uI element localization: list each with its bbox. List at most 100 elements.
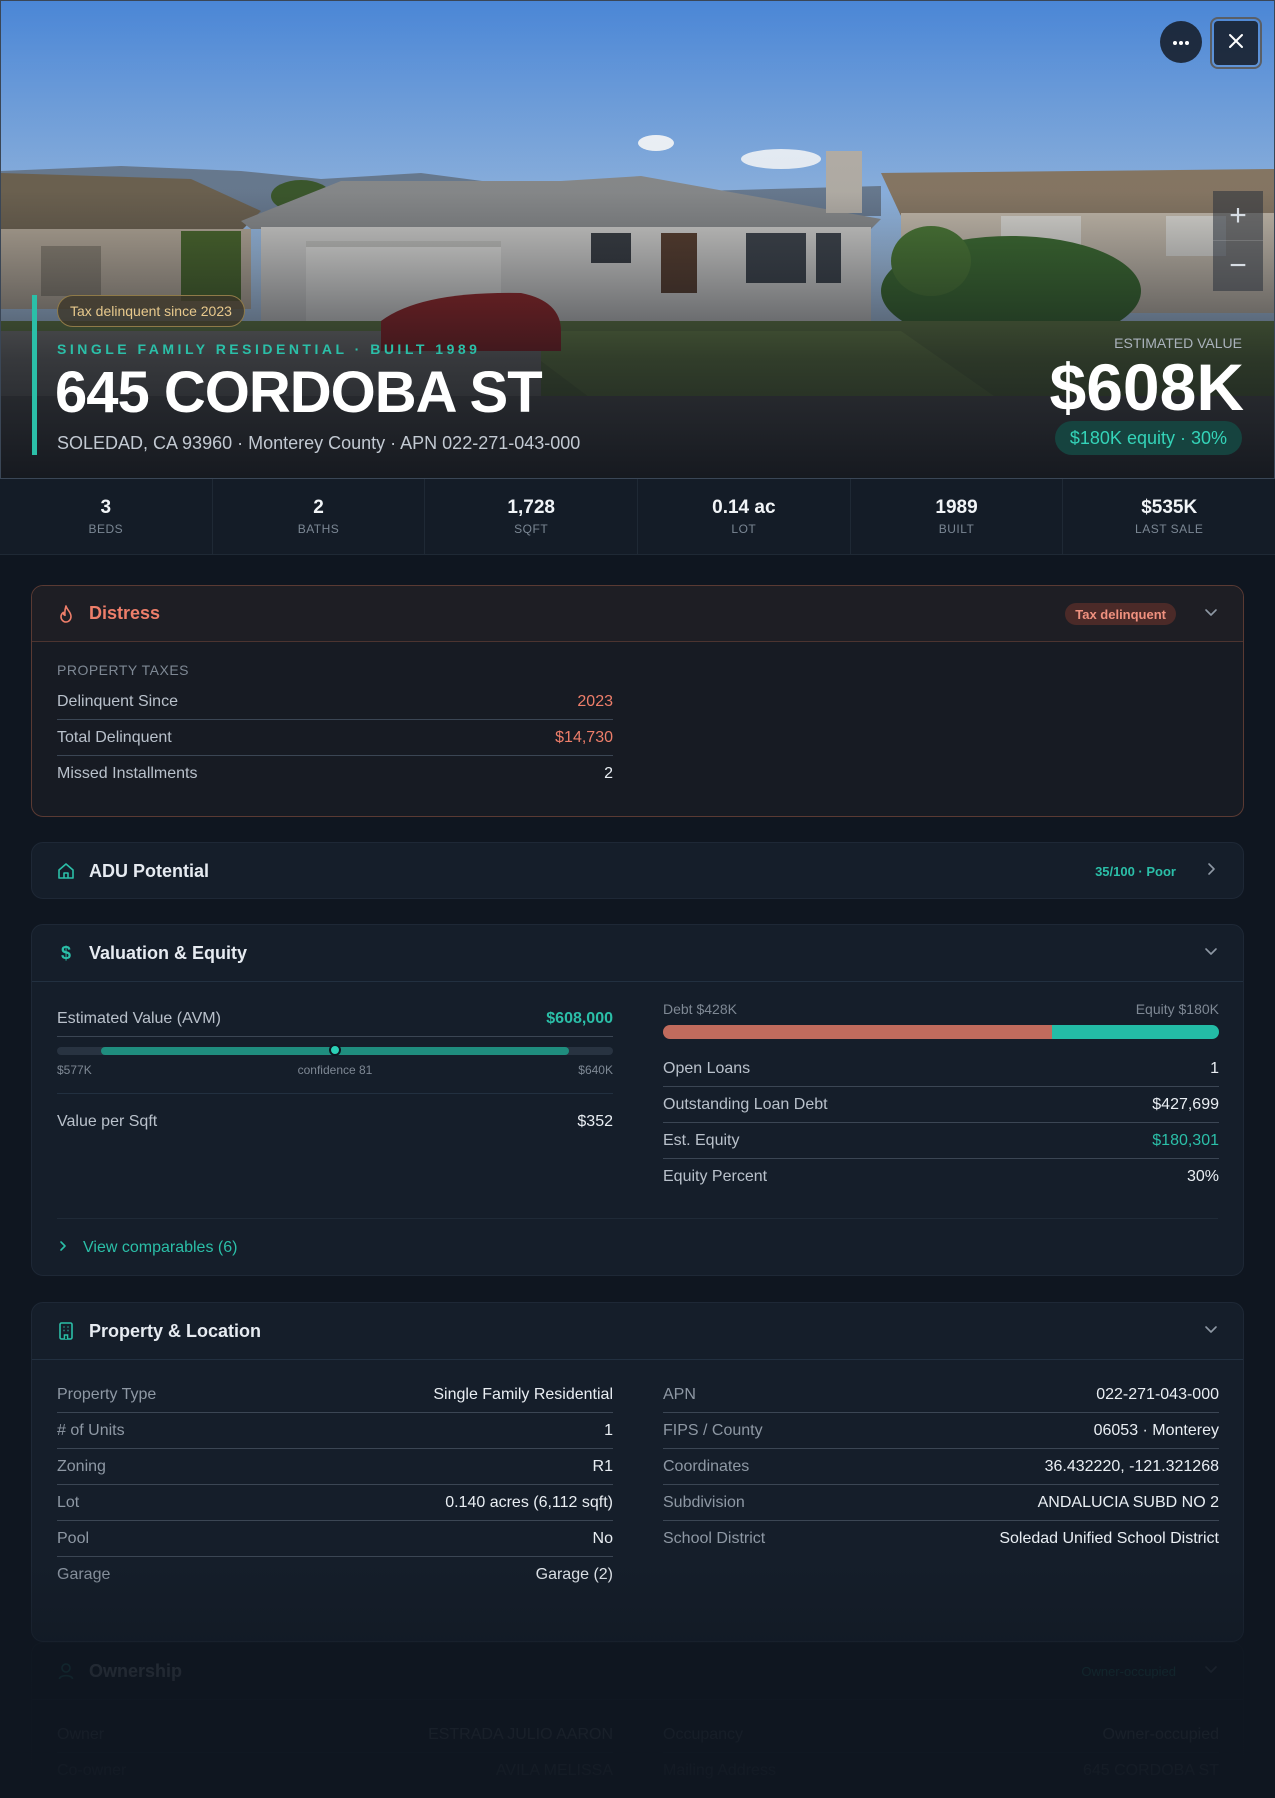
row-label: Subdivision [663, 1493, 745, 1511]
ownership-right-column: Occupancy Owner-occupied Mailing Address 6… [663, 1717, 1219, 1789]
detail-row-total-delinquent: Total Delinquent $14,730 [57, 720, 613, 756]
close-button[interactable] [1210, 17, 1262, 69]
detail-row-fips: FIPS / County 06053 · Monterey [663, 1413, 1219, 1449]
equity-label: Equity $180K [1135, 1001, 1219, 1017]
stat-value: 1989 [935, 497, 978, 518]
detail-row-missed-installments: Missed Installments 2 [57, 756, 613, 792]
debt-equity-column: Debt $428K Equity $180K Open Loans 1 Outs… [663, 1001, 1219, 1195]
distress-badge: Tax delinquent [1065, 603, 1176, 625]
chevron-down-icon[interactable] [1204, 1662, 1218, 1681]
row-label: Missed Installments [57, 765, 198, 782]
detail-row-delinquent-since: Delinquent Since 2023 [57, 684, 613, 720]
property-title: Property & Location [89, 1320, 262, 1341]
property-address: 645 CORDOBA ST [55, 360, 543, 425]
row-label: Outstanding Loan Debt [663, 1095, 828, 1113]
adu-title: ADU Potential [89, 860, 210, 881]
detail-row-equity-percent: Equity Percent 30% [663, 1159, 1219, 1195]
card-divider [32, 1359, 1243, 1360]
row-value: 022-271-043-000 [1096, 1385, 1219, 1403]
zoom-in-button[interactable]: + [1213, 191, 1263, 241]
row-value: Garage (2) [535, 1566, 613, 1583]
detail-row-co-owner: Co-owner AVILA MELISSA [57, 1753, 613, 1789]
stat-label: LOT [731, 522, 757, 536]
row-label: Open Loans [663, 1059, 751, 1077]
debt-equity-bar [663, 1025, 1219, 1039]
stat-baths: 2 BATHS [213, 479, 426, 554]
row-value: Soledad Unified School District [999, 1530, 1219, 1547]
stat-beds: 3 BEDS [0, 479, 213, 554]
view-comparables-link[interactable]: View comparables (6) [57, 1239, 237, 1257]
ownership-card: Ownership Owner-occupied Owner ESTRADA JU… [31, 1642, 1244, 1798]
stat-lot: 0.14 ac LOT [638, 479, 851, 554]
stat-value: $535K [1141, 497, 1198, 518]
valuation-equity-card: $ Valuation & Equity Estimated Value (AV… [31, 924, 1244, 1276]
detail-row-coordinates: Coordinates 36.432220, -121.321268 [663, 1449, 1219, 1485]
property-header[interactable]: Property & Location [32, 1303, 1243, 1359]
row-label: FIPS / County [663, 1421, 763, 1439]
equity-chip: $180K equity · 30% [1054, 421, 1242, 455]
detail-row-mailing-address: Mailing Address 645 CORDOBA ST [663, 1753, 1219, 1789]
card-divider [32, 981, 1243, 982]
row-value: $180,301 [1152, 1131, 1219, 1149]
detail-row-subdivision: Subdivision ANDALUCIA SUBD NO 2 [663, 1485, 1219, 1521]
row-label: Mailing Address [663, 1762, 776, 1779]
more-options-button[interactable] [1160, 21, 1202, 63]
row-label: Total Delinquent [57, 728, 172, 746]
row-label: Zoning [57, 1457, 106, 1475]
distress-header[interactable]: Distress Tax delinquent [32, 586, 1243, 642]
row-label: Delinquent Since [57, 692, 178, 710]
debt-label: Debt $428K [663, 1001, 737, 1017]
estimated-value: $608K [1049, 350, 1245, 424]
ownership-header[interactable]: Ownership Owner-occupied [32, 1643, 1243, 1699]
chevron-down-icon[interactable] [1204, 1322, 1218, 1341]
avm-label: Estimated Value (AVM) [57, 1009, 221, 1027]
range-labels: $577K confidence 81 $640K [57, 1063, 613, 1077]
detail-row-pool: Pool No [57, 1521, 613, 1557]
map-zoom-control: + − [1213, 191, 1263, 291]
row-value: 1 [1210, 1059, 1219, 1077]
valuation-header[interactable]: $ Valuation & Equity [32, 925, 1243, 981]
dollar-icon: $ [60, 942, 71, 963]
row-label: Owner [57, 1725, 105, 1743]
flame-icon [57, 604, 75, 623]
stat-label: LAST SALE [1135, 522, 1204, 536]
row-value: 06053 · Monterey [1093, 1421, 1219, 1439]
detail-row-school-district: School District Soledad Unified School Di… [663, 1521, 1219, 1557]
property-type-line: SINGLE FAMILY RESIDENTIAL · BUILT 1989 [57, 341, 481, 357]
range-high: $640K [578, 1063, 613, 1077]
adu-score: 35/100 · Poor [1095, 863, 1176, 879]
stats-bar: 3 BEDS 2 BATHS 1,728 SQFT 0.14 ac LOT 1989 BU… [0, 479, 1275, 555]
property-right-column: APN 022-271-043-000 FIPS / County 06053 · … [663, 1377, 1219, 1557]
separator [57, 1093, 613, 1094]
debt-equity-labels: Debt $428K Equity $180K [663, 1001, 1219, 1017]
adu-potential-card[interactable]: ADU Potential 35/100 · Poor [31, 842, 1244, 899]
close-icon [1228, 33, 1244, 54]
detail-row-occupancy: Occupancy Owner-occupied [663, 1717, 1219, 1753]
valuation-title: Valuation & Equity [89, 942, 248, 963]
row-value: ESTRADA JULIO AARON [428, 1725, 613, 1743]
property-subaddress: SOLEDAD, CA 93960 · Monterey County · AP… [57, 433, 581, 453]
stat-label: SQFT [514, 522, 549, 536]
chevron-right-icon [57, 1239, 69, 1257]
comparables-label: View comparables (6) [83, 1239, 238, 1256]
chevron-down-icon[interactable] [1204, 605, 1218, 624]
detail-row-outstanding-debt: Outstanding Loan Debt $427,699 [663, 1087, 1219, 1123]
row-value: No [592, 1529, 613, 1547]
row-label: # of Units [57, 1421, 125, 1439]
row-label: School District [663, 1530, 766, 1547]
row-label: Garage [57, 1566, 111, 1583]
row-label: Value per Sqft [57, 1113, 158, 1130]
detail-row-garage: Garage Garage (2) [57, 1557, 613, 1593]
detail-row-est-equity: Est. Equity $180,301 [663, 1123, 1219, 1159]
chevron-right-icon[interactable] [1204, 862, 1218, 881]
detail-row-owner: Owner ESTRADA JULIO AARON [57, 1717, 613, 1753]
row-label: Est. Equity [663, 1131, 740, 1149]
avm-confidence-range [57, 1044, 613, 1056]
detail-row-open-loans: Open Loans 1 [663, 1051, 1219, 1087]
hero-section: + − Tax delinquent since 2023 SINGLE FAM… [0, 0, 1275, 479]
row-label: Lot [57, 1493, 80, 1511]
zoom-out-button[interactable]: − [1213, 241, 1263, 291]
stat-sqft: 1,728 SQFT [425, 479, 639, 554]
chevron-down-icon[interactable] [1204, 944, 1218, 963]
adu-header[interactable]: ADU Potential 35/100 · Poor [32, 843, 1243, 898]
